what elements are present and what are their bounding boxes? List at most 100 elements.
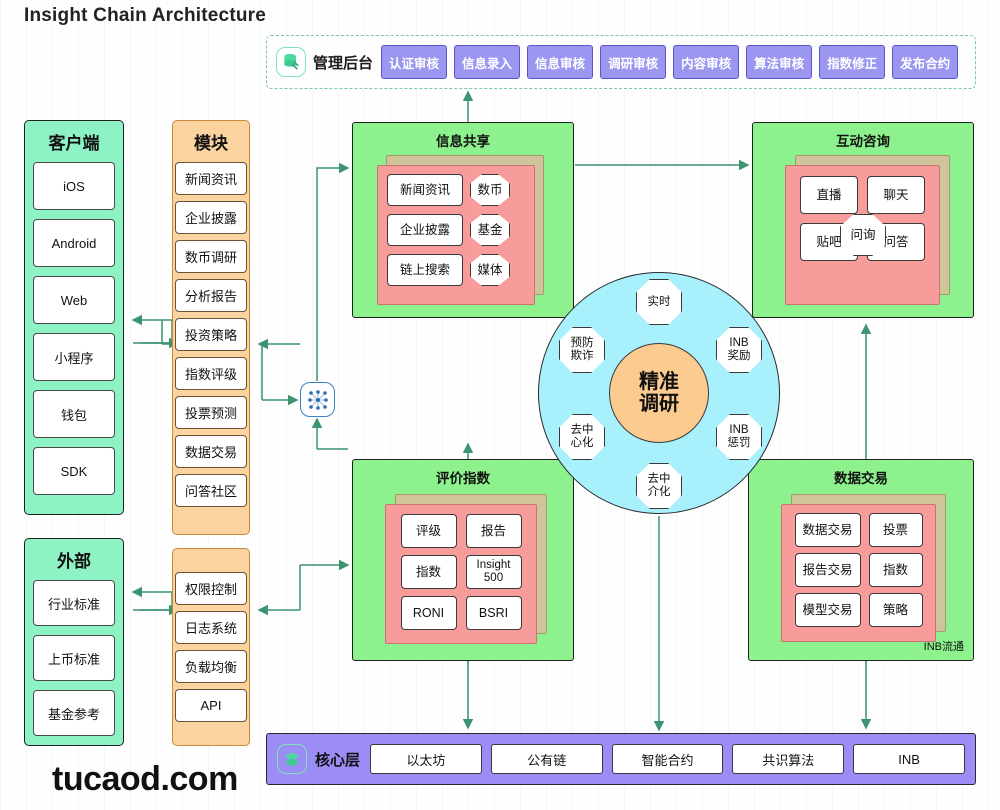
sat-label-line1: INB (729, 337, 749, 350)
watermark: tucaod.com (52, 760, 238, 798)
core-chip-4[interactable]: INB (853, 744, 965, 774)
interaction-center-oct[interactable]: 问询 (840, 214, 886, 256)
panel-rating-index-title: 评价指数 (436, 471, 490, 486)
external-item-fund-reference[interactable]: 基金参考 (33, 690, 115, 736)
rating-rect-1[interactable]: 报告 (465, 514, 522, 548)
rating-rect-3[interactable]: Insight 500 (465, 555, 522, 589)
hub-core-line1: 精准 (639, 370, 679, 393)
database-wrench-icon (276, 47, 306, 77)
infra-column: 权限控制 日志系统 负载均衡 API (172, 548, 250, 746)
sat-label-line1: 去中 (570, 424, 594, 437)
trade-rect-4[interactable]: 模型交易 (794, 593, 861, 627)
client-column-title: 客户端 (48, 134, 100, 153)
sat-label-line2: 奖励 (727, 350, 751, 362)
hub-core-line2: 调研 (639, 393, 679, 415)
panel-info-share-inner: 新闻资讯 企业披露 链上搜索 数币 基金 媒体 (377, 165, 535, 305)
sat-label-line1: 实时 (647, 295, 671, 308)
core-chip-2[interactable]: 智能合约 (611, 744, 724, 774)
admin-button-5[interactable]: 算法审核 (746, 45, 813, 79)
info-share-rect-0[interactable]: 新闻资讯 (387, 174, 463, 206)
rating-rect-2[interactable]: 指数 (400, 555, 457, 589)
panel-data-trade-title: 数据交易 (834, 471, 888, 486)
info-share-oct-0[interactable]: 数币 (470, 174, 510, 206)
module-item-8[interactable]: 问答社区 (175, 474, 247, 507)
admin-button-4[interactable]: 内容审核 (673, 45, 740, 79)
panel-interaction-title: 互动咨询 (836, 134, 890, 149)
trade-rect-2[interactable]: 报告交易 (794, 553, 861, 587)
rating-rect-4[interactable]: RONI (400, 596, 457, 630)
sat-label-line2: 心化 (570, 437, 594, 449)
client-item-wallet[interactable]: 钱包 (33, 390, 115, 438)
module-item-2[interactable]: 数币调研 (175, 240, 247, 273)
infra-item-api[interactable]: API (175, 689, 247, 722)
sat-label-line2: 惩罚 (727, 437, 751, 449)
sat-label-line1: 预防 (570, 337, 594, 350)
rating-rect-0[interactable]: 评级 (400, 514, 457, 548)
trade-rect-1[interactable]: 投票 (868, 513, 923, 547)
external-item-industry-standard[interactable]: 行业标准 (33, 580, 115, 626)
panel-interaction: 互动咨询 直播 聊天 贴吧 问答 问询 (752, 122, 974, 318)
page-title: Insight Chain Architecture (24, 5, 267, 26)
core-layer-label: 核心层 (315, 751, 361, 769)
module-item-3[interactable]: 分析报告 (175, 279, 247, 312)
admin-button-2[interactable]: 信息审核 (527, 45, 594, 79)
core-chip-3[interactable]: 共识算法 (732, 744, 845, 774)
info-share-rect-2[interactable]: 链上搜索 (387, 254, 463, 286)
sat-label-line1: 去中 (647, 473, 671, 486)
client-item-sdk[interactable]: SDK (33, 447, 115, 495)
admin-console-label: 管理后台 (313, 54, 374, 72)
sat-label-line1: INB (729, 424, 749, 437)
admin-button-0[interactable]: 认证审核 (381, 45, 448, 79)
hub-satellite-disintermediation[interactable]: 去中 介化 (636, 463, 682, 509)
client-item-miniprogram[interactable]: 小程序 (33, 333, 115, 381)
interaction-rect-0[interactable]: 直播 (800, 176, 858, 214)
interaction-rect-1[interactable]: 聊天 (867, 176, 925, 214)
admin-button-6[interactable]: 指数修正 (819, 45, 886, 79)
client-item-ios[interactable]: iOS (33, 162, 115, 210)
admin-button-1[interactable]: 信息录入 (454, 45, 521, 79)
module-item-7[interactable]: 数据交易 (175, 435, 247, 468)
admin-console-bar: 管理后台 认证审核 信息录入 信息审核 调研审核 内容审核 算法审核 指数修正 … (266, 35, 976, 89)
client-item-android[interactable]: Android (33, 219, 115, 267)
module-item-1[interactable]: 企业披露 (175, 201, 247, 234)
module-item-4[interactable]: 投资策略 (175, 318, 247, 351)
module-item-6[interactable]: 投票预测 (175, 396, 247, 429)
admin-button-3[interactable]: 调研审核 (600, 45, 667, 79)
module-column-title: 模块 (194, 134, 228, 153)
sat-label-line2: 欺诈 (570, 350, 594, 362)
infra-item-permission[interactable]: 权限控制 (175, 572, 247, 605)
infra-item-logging[interactable]: 日志系统 (175, 611, 247, 644)
trade-rect-5[interactable]: 策略 (868, 593, 923, 627)
core-layer-bar: 核心层 以太坊 公有链 智能合约 共识算法 INB (266, 733, 976, 785)
module-item-0[interactable]: 新闻资讯 (175, 162, 247, 195)
network-mesh-icon[interactable] (300, 382, 335, 417)
module-item-5[interactable]: 指数评级 (175, 357, 247, 390)
info-share-oct-1[interactable]: 基金 (470, 214, 510, 246)
external-column: 外部 行业标准 上币标准 基金参考 (24, 538, 124, 746)
external-column-title: 外部 (57, 552, 91, 571)
sat-label-line2: 介化 (647, 486, 671, 498)
rating-rect-5[interactable]: BSRI (465, 596, 522, 630)
hub-satellite-realtime[interactable]: 实时 (636, 279, 682, 325)
hub-core: 精准 调研 (609, 343, 709, 443)
external-item-listing-standard[interactable]: 上币标准 (33, 635, 115, 681)
panel-info-share-title: 信息共享 (436, 134, 490, 149)
admin-button-7[interactable]: 发布合约 (892, 45, 959, 79)
trade-rect-3[interactable]: 指数 (868, 553, 923, 587)
info-share-oct-2[interactable]: 媒体 (470, 254, 510, 286)
core-chip-0[interactable]: 以太坊 (370, 744, 482, 774)
module-column: 模块 新闻资讯 企业披露 数币调研 分析报告 投资策略 指数评级 投票预测 数据… (172, 120, 250, 535)
client-item-web[interactable]: Web (33, 276, 115, 324)
hub-satellite-inb-reward[interactable]: INB 奖励 (716, 327, 762, 373)
panel-interaction-inner: 直播 聊天 贴吧 问答 问询 (785, 165, 940, 305)
trade-rect-0[interactable]: 数据交易 (794, 513, 861, 547)
diagram-canvas: Insight Chain Architecture tucaod.com 管理… (0, 0, 1000, 810)
hub-satellite-decentralization[interactable]: 去中 心化 (559, 414, 605, 460)
hub-satellite-fraud-prevention[interactable]: 预防 欺诈 (559, 327, 605, 373)
infra-item-load-balance[interactable]: 负载均衡 (175, 650, 247, 683)
panel-rating-index: 评价指数 评级 报告 指数 Insight 500 RONI BSRI (352, 459, 574, 661)
core-chip-1[interactable]: 公有链 (490, 744, 603, 774)
hub-satellite-inb-penalty[interactable]: INB 惩罚 (716, 414, 762, 460)
panel-rating-index-inner: 评级 报告 指数 Insight 500 RONI BSRI (385, 504, 537, 644)
info-share-rect-1[interactable]: 企业披露 (387, 214, 463, 246)
